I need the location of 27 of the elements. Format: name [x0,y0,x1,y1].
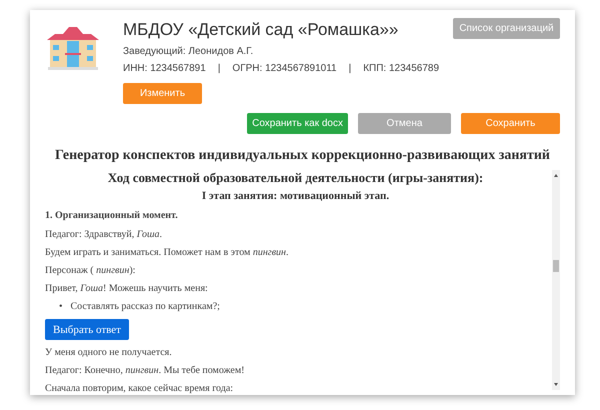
organization-list-button[interactable]: Список организаций [453,18,560,39]
paragraph: Будем играть и заниматься. Поможет нам в этом пингвин. [45,247,290,258]
paragraph: Персонаж ( пингвин): [45,265,136,276]
stage-heading: I этап занятия: мотивационный этап. [200,190,390,202]
edit-button[interactable]: Изменить [123,83,202,104]
paragraph: Педагог: Конечно, пингвин. Мы тебе поможем! [45,365,246,376]
section-heading: Ход совместной образовательной деятельности (игры-занятия): [106,170,484,186]
inn-text: ИНН: 1234567891 [123,63,206,74]
list-item: Составлять рассказ по картинкам?; [70,301,220,312]
building-icon [45,24,101,70]
step-heading: 1. Организационный момент. [45,210,179,221]
paragraph: Педагог: Здравствуй, Гоша. [45,229,164,240]
separator: | [218,63,220,74]
kpp-text: КПП: 123456789 [363,63,440,74]
bullet-marker: • [59,301,63,312]
ogrn-text: ОГРН: 1234567891011 [232,63,337,74]
paragraph: Сначала повторим, какое сейчас время года: [45,383,234,394]
separator: | [348,63,352,74]
organization-name: МБДОУ «Детский сад «Ромашка»» [123,20,398,40]
page-title: Генератор конспектов индивидуальных коррекционно-развивающих занятий [54,148,551,164]
save-docx-button[interactable]: Сохранить как docx [247,113,348,134]
choose-answer-button[interactable]: Выбрать ответ [45,319,129,340]
save-button[interactable]: Сохранить [461,113,560,134]
head-name: Заведующий: Леонидов А.Г. [123,46,254,57]
cancel-button[interactable]: Отмена [358,113,451,134]
paragraph: У меня одного не получается. [45,347,173,358]
paragraph: Привет, Гоша! Можешь научить меня: [45,283,209,294]
